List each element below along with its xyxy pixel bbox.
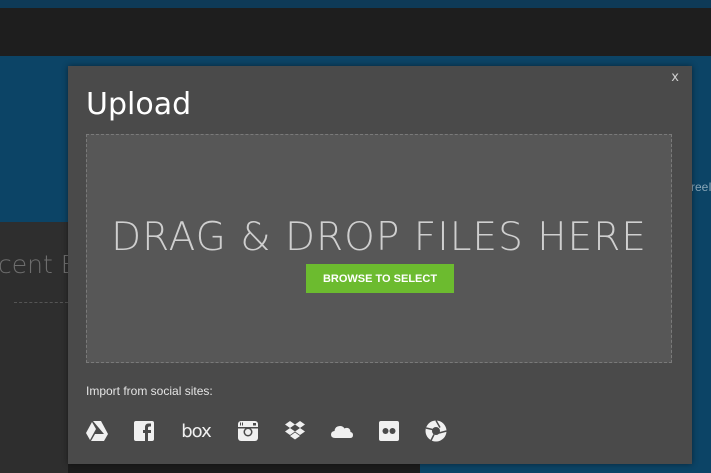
page-bottom-strip: [420, 463, 711, 473]
left-panel-divider: [14, 302, 68, 303]
page-top-strip: [0, 0, 711, 8]
drop-zone-heading: DRAG & DROP FILES HERE: [111, 215, 647, 260]
instagram-icon[interactable]: [237, 420, 259, 442]
page-right-strip: [692, 222, 711, 473]
flickr-icon[interactable]: [378, 420, 400, 442]
onedrive-icon[interactable]: [331, 420, 353, 442]
facebook-icon[interactable]: [133, 420, 155, 442]
picasa-icon[interactable]: [425, 420, 447, 442]
browse-button[interactable]: BROWSE TO SELECT: [306, 264, 454, 293]
banner-text: reeI: [691, 180, 711, 194]
box-icon[interactable]: box: [180, 420, 212, 442]
close-button[interactable]: x: [671, 70, 679, 85]
page-header-bar: [0, 8, 711, 56]
drop-zone[interactable]: DRAG & DROP FILES HERE BROWSE TO SELECT: [86, 134, 672, 363]
left-panel-heading: cent E: [0, 250, 77, 279]
upload-modal: x Upload DRAG & DROP FILES HERE BROWSE T…: [68, 66, 692, 464]
import-label: Import from social sites:: [86, 384, 213, 398]
dropbox-icon[interactable]: [284, 420, 306, 442]
google-drive-icon[interactable]: [86, 420, 108, 442]
social-sources: box: [86, 416, 472, 446]
modal-title: Upload: [86, 87, 192, 122]
box-label: box: [181, 420, 212, 442]
